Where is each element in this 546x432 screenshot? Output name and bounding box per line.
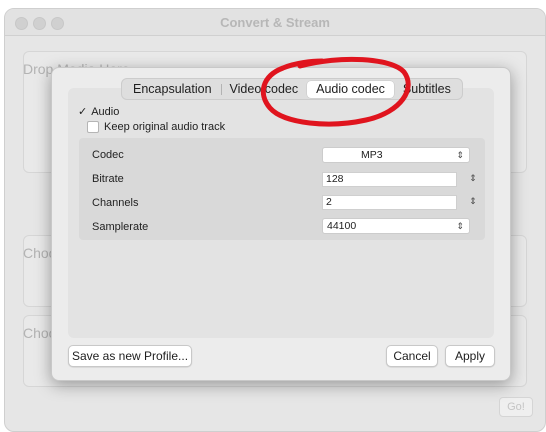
keep-original-label: Keep original audio track xyxy=(104,121,226,133)
checkmark-icon[interactable]: ✓ xyxy=(78,105,87,118)
chevron-updown-icon: ⇕ xyxy=(456,221,464,231)
tab-video-codec[interactable]: Video codec xyxy=(220,81,308,98)
tab-encapsulation[interactable]: Encapsulation xyxy=(124,81,221,98)
channels-stepper-icon[interactable]: ⇕ xyxy=(469,194,477,208)
tab-bar: Encapsulation Video codec Audio codec Su… xyxy=(121,78,463,100)
audio-settings-box: Codec MP3 ⇕ Bitrate 128 ⇕ Channels 2 ⇕ S… xyxy=(79,138,485,240)
bitrate-stepper-icon[interactable]: ⇕ xyxy=(469,171,477,185)
cancel-button[interactable]: Cancel xyxy=(386,345,438,367)
bitrate-field[interactable]: 128 xyxy=(322,172,457,187)
samplerate-select[interactable]: 44100 ⇕ xyxy=(322,218,470,234)
audio-enable-row[interactable]: ✓ Audio xyxy=(78,105,120,119)
go-button[interactable]: Go! xyxy=(499,397,533,417)
samplerate-label: Samplerate xyxy=(92,221,149,233)
keep-original-row[interactable]: Keep original audio track xyxy=(87,121,225,133)
codec-select[interactable]: MP3 ⇕ xyxy=(322,147,470,163)
audio-enable-label: Audio xyxy=(91,105,120,118)
profile-editor-sheet: ✓ Audio Keep original audio track Codec … xyxy=(51,67,511,381)
keep-original-checkbox[interactable] xyxy=(87,121,99,133)
audio-codec-panel: ✓ Audio Keep original audio track Codec … xyxy=(68,88,494,338)
window-titlebar: Convert & Stream xyxy=(5,9,545,36)
bitrate-label: Bitrate xyxy=(92,173,124,185)
channels-field[interactable]: 2 xyxy=(322,195,457,210)
codec-value: MP3 xyxy=(361,149,383,161)
chevron-updown-icon: ⇕ xyxy=(456,150,464,160)
tab-subtitles[interactable]: Subtitles xyxy=(394,81,460,98)
channels-label: Channels xyxy=(92,197,139,209)
samplerate-value: 44100 xyxy=(327,220,357,232)
codec-label: Codec xyxy=(92,149,124,161)
save-profile-button[interactable]: Save as new Profile... xyxy=(68,345,192,367)
window-title: Convert & Stream xyxy=(220,15,330,30)
apply-button[interactable]: Apply xyxy=(445,345,495,367)
tab-audio-codec[interactable]: Audio codec xyxy=(307,80,394,98)
